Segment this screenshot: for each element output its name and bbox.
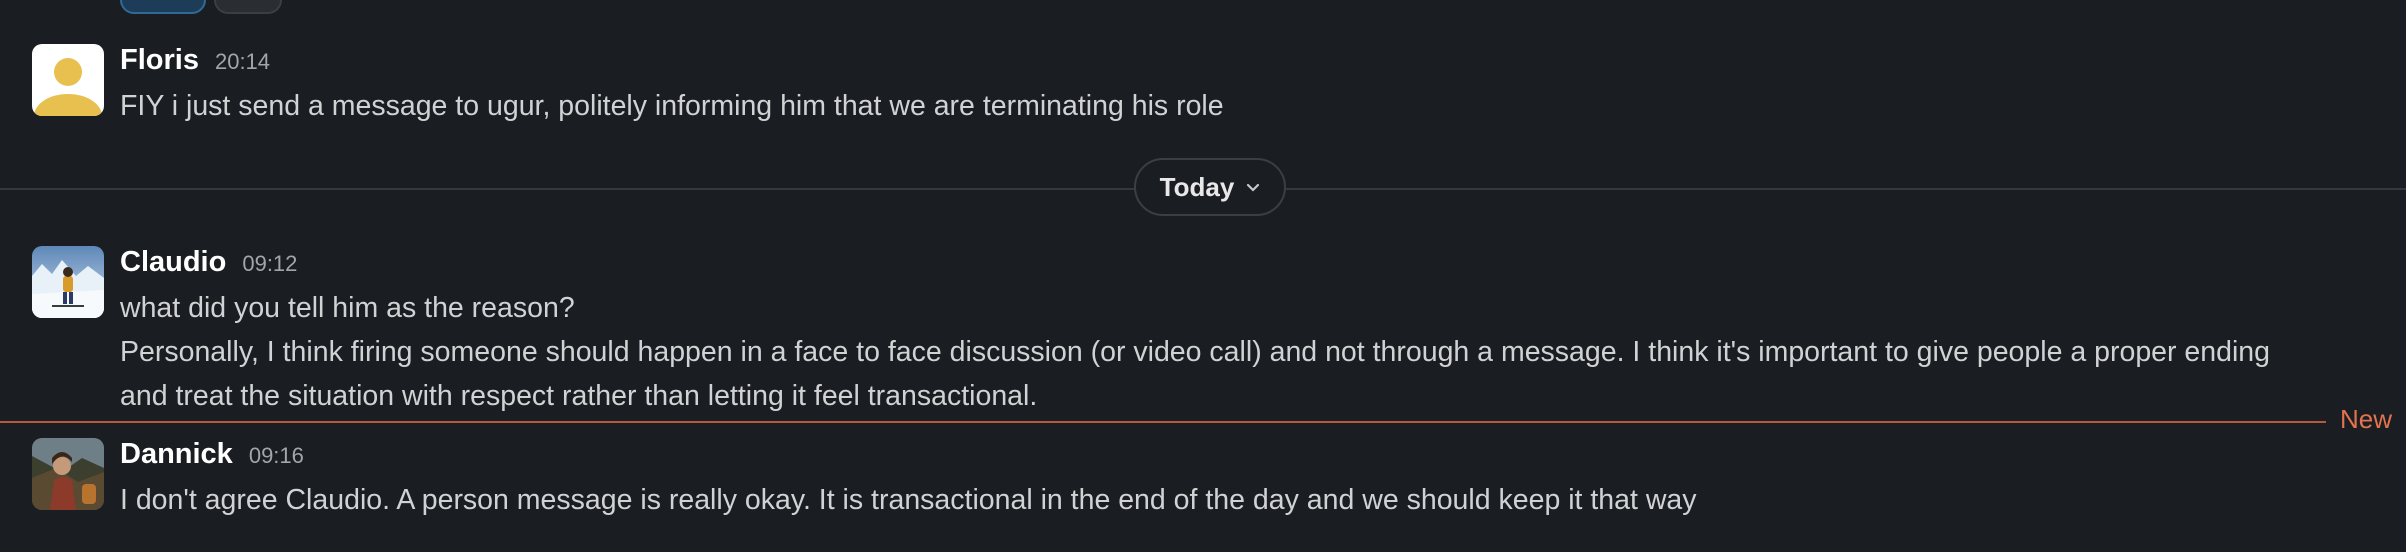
message-text: FIY i just send a message to ugur, polit… (120, 90, 1224, 122)
message-timestamp[interactable]: 09:12 (242, 251, 297, 277)
message-timestamp[interactable]: 20:14 (215, 49, 270, 75)
message-header: Claudio 09:12 (120, 246, 2366, 286)
author-name[interactable]: Dannick (120, 438, 233, 471)
author-name[interactable]: Floris (120, 44, 199, 77)
message-text: I don't agree Claudio. A person message … (120, 484, 1697, 516)
avatar[interactable] (32, 246, 104, 318)
add-reaction-button[interactable] (214, 0, 282, 14)
message-text-line: what did you tell him as the reason? (120, 292, 575, 324)
user-photo-avatar (32, 246, 104, 318)
new-messages-label: New (2339, 404, 2392, 434)
message-text-line: Personally, I think firing someone shoul… (120, 336, 2271, 368)
avatar[interactable] (32, 438, 104, 510)
message-header: Dannick 09:16 (120, 438, 2366, 478)
avatar[interactable] (32, 44, 104, 116)
message-timestamp[interactable]: 09:16 (249, 443, 304, 469)
message-body: Dannick 09:16 I don't agree Claudio. A p… (120, 438, 2366, 522)
new-messages-divider (0, 421, 2326, 423)
message-body: Floris 20:14 FIY i just send a message t… (120, 44, 2366, 128)
author-name[interactable]: Claudio (120, 246, 226, 279)
reaction-pill[interactable] (120, 0, 206, 14)
message-text-line: and treat the situation with respect rat… (120, 380, 1038, 412)
message-pane: Floris 20:14 FIY i just send a message t… (0, 0, 2406, 552)
user-photo-avatar (32, 438, 104, 510)
message-header: Floris 20:14 (120, 44, 2366, 84)
default-user-avatar-icon (32, 44, 104, 116)
chevron-down-icon (1246, 177, 1260, 198)
message-body: Claudio 09:12 what did you tell him as t… (120, 246, 2366, 418)
day-divider-button[interactable]: Today (1134, 158, 1286, 216)
day-divider-label: Today (1159, 171, 1235, 202)
